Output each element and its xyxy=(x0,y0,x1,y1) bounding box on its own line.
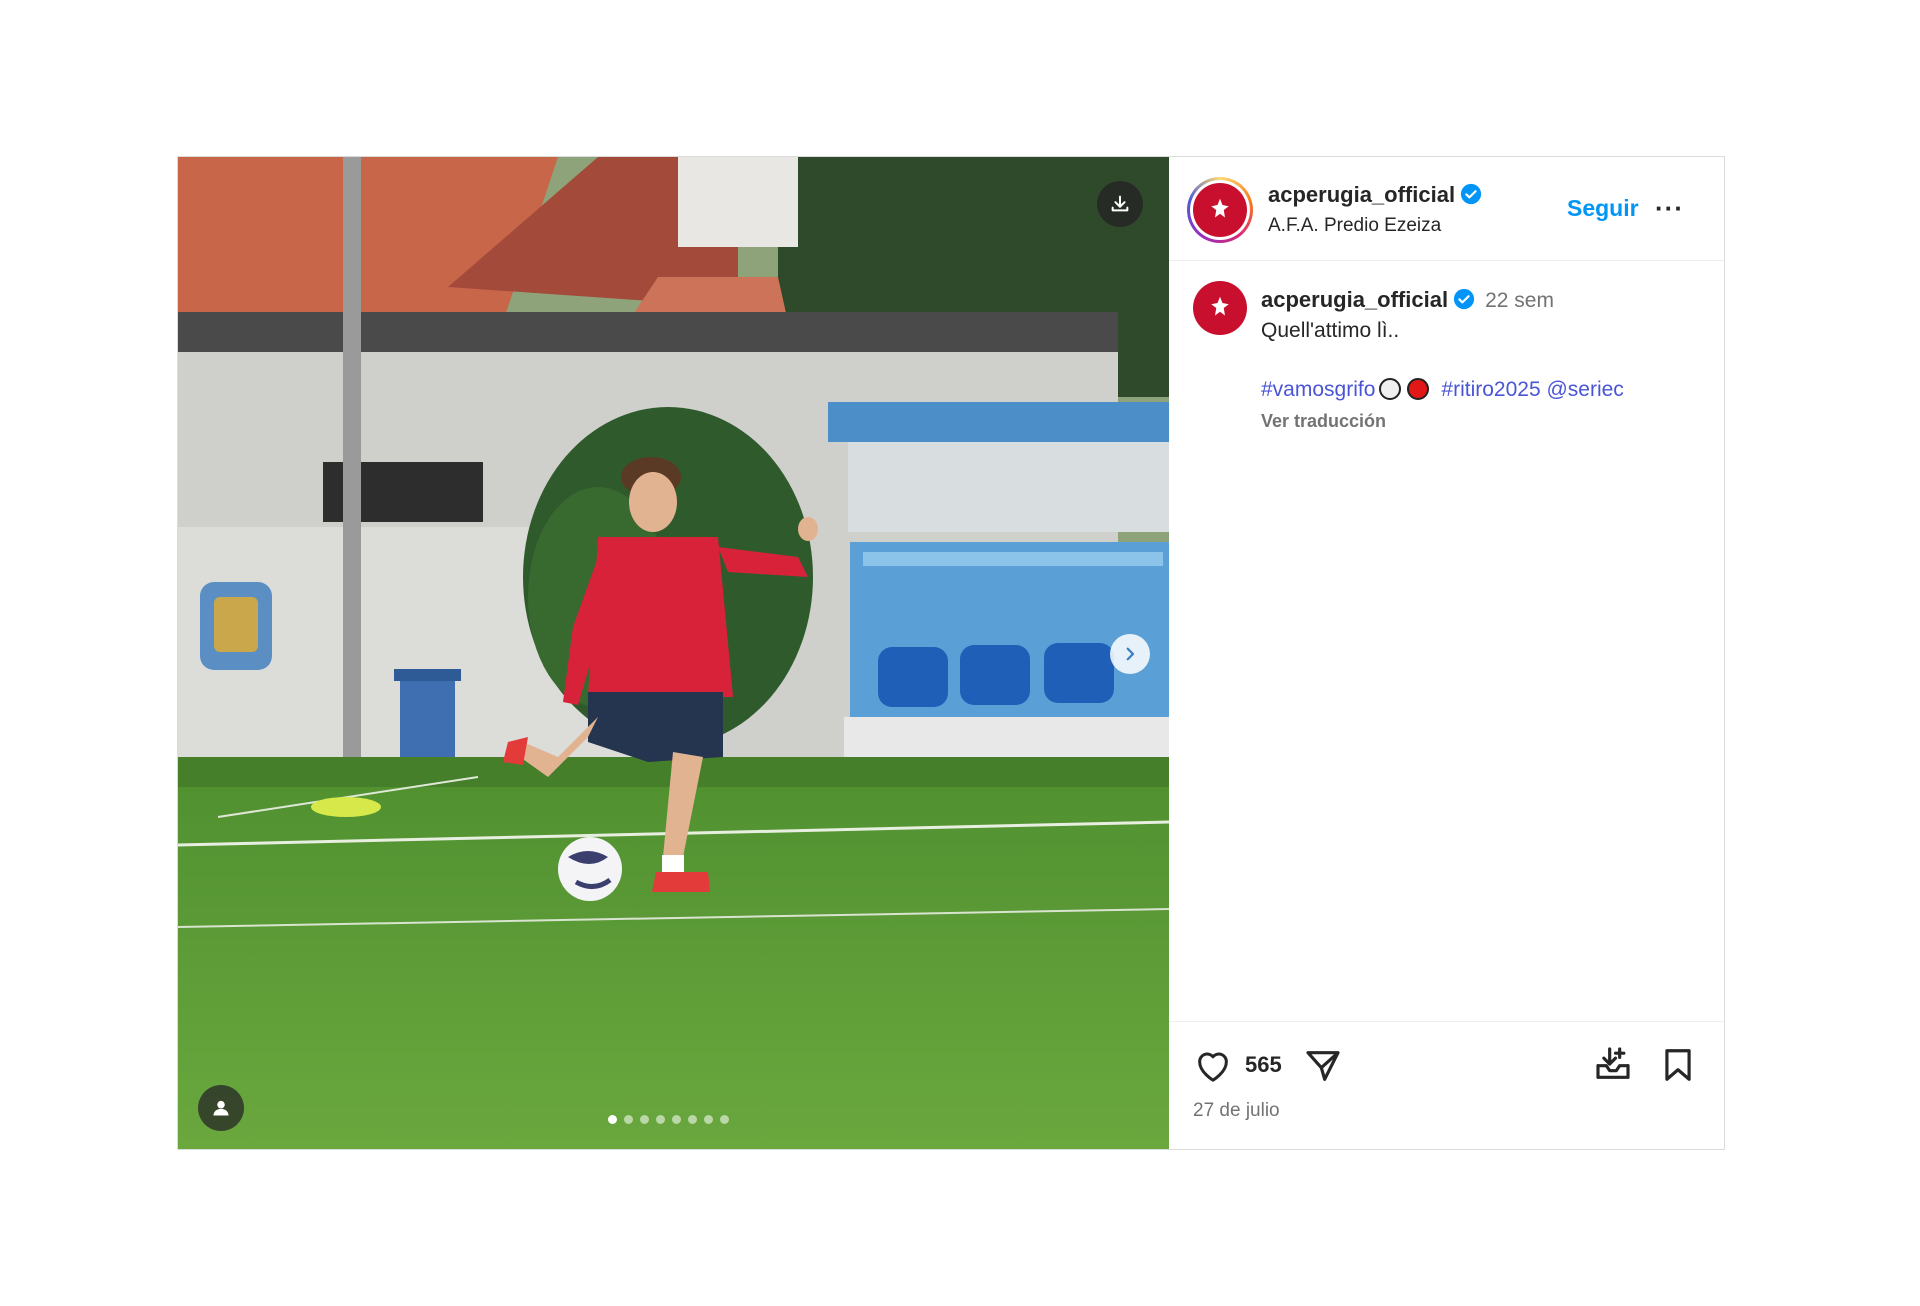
bookmark-icon[interactable] xyxy=(1659,1046,1697,1084)
carousel-dot xyxy=(720,1115,729,1124)
share-icon[interactable] xyxy=(1303,1046,1343,1086)
carousel-indicator xyxy=(608,1115,729,1124)
post-header: acperugia_official A.F.A. Predio Ezeiza … xyxy=(1169,157,1724,261)
carousel-dot xyxy=(688,1115,697,1124)
carousel-dot xyxy=(640,1115,649,1124)
caption-tags: #vamosgrifo #ritiro2025 @seriec xyxy=(1261,378,1624,402)
caption-avatar[interactable] xyxy=(1193,281,1247,335)
like-count[interactable]: 565 xyxy=(1245,1052,1282,1078)
avatar xyxy=(1193,183,1247,237)
post-date[interactable]: 27 de julio xyxy=(1193,1100,1280,1122)
post-photo xyxy=(178,157,1169,1149)
carousel-dot xyxy=(656,1115,665,1124)
club-crest-icon xyxy=(1211,296,1229,316)
caption-time: 22 sem xyxy=(1485,289,1554,312)
carousel-dot xyxy=(704,1115,713,1124)
hashtag-link[interactable]: #vamosgrifo xyxy=(1261,378,1375,401)
chevron-right-icon xyxy=(1126,647,1135,661)
verified-badge-icon xyxy=(1453,288,1475,310)
header-username-row: acperugia_official xyxy=(1268,182,1482,208)
post-media[interactable] xyxy=(178,157,1169,1149)
header-username[interactable]: acperugia_official xyxy=(1268,182,1455,207)
instagram-post: acperugia_official A.F.A. Predio Ezeiza … xyxy=(177,156,1725,1150)
follow-button[interactable]: Seguir xyxy=(1567,195,1639,222)
carousel-dot xyxy=(624,1115,633,1124)
tagged-users-button[interactable] xyxy=(198,1085,244,1131)
caption-username-row: acperugia_official 22 sem xyxy=(1261,287,1554,313)
club-crest-icon xyxy=(1211,198,1229,218)
download-icon xyxy=(1111,195,1129,212)
hashtag-link[interactable]: #ritiro2025 xyxy=(1441,378,1540,401)
next-slide-button[interactable] xyxy=(1110,634,1150,674)
save-to-collection-icon[interactable] xyxy=(1593,1044,1633,1084)
post-sidebar: acperugia_official A.F.A. Predio Ezeiza … xyxy=(1169,157,1724,1149)
post-actions: 565 27 de julio xyxy=(1169,1021,1724,1150)
see-translation-link[interactable]: Ver traducción xyxy=(1261,411,1386,432)
heart-icon[interactable] xyxy=(1193,1046,1233,1086)
story-ring[interactable] xyxy=(1187,177,1253,243)
download-button[interactable] xyxy=(1097,181,1143,227)
post-location[interactable]: A.F.A. Predio Ezeiza xyxy=(1268,215,1441,237)
caption-username[interactable]: acperugia_official xyxy=(1261,287,1448,312)
red-circle-emoji xyxy=(1407,378,1430,400)
carousel-dot xyxy=(672,1115,681,1124)
verified-badge-icon xyxy=(1460,183,1482,205)
mention-link[interactable]: @seriec xyxy=(1546,378,1623,401)
caption-text: Quell'attimo lì.. xyxy=(1261,319,1400,342)
carousel-dot xyxy=(608,1115,617,1124)
white-circle-emoji xyxy=(1379,378,1402,400)
user-tag-icon xyxy=(213,1100,229,1116)
more-options-button[interactable]: ··· xyxy=(1655,193,1684,224)
